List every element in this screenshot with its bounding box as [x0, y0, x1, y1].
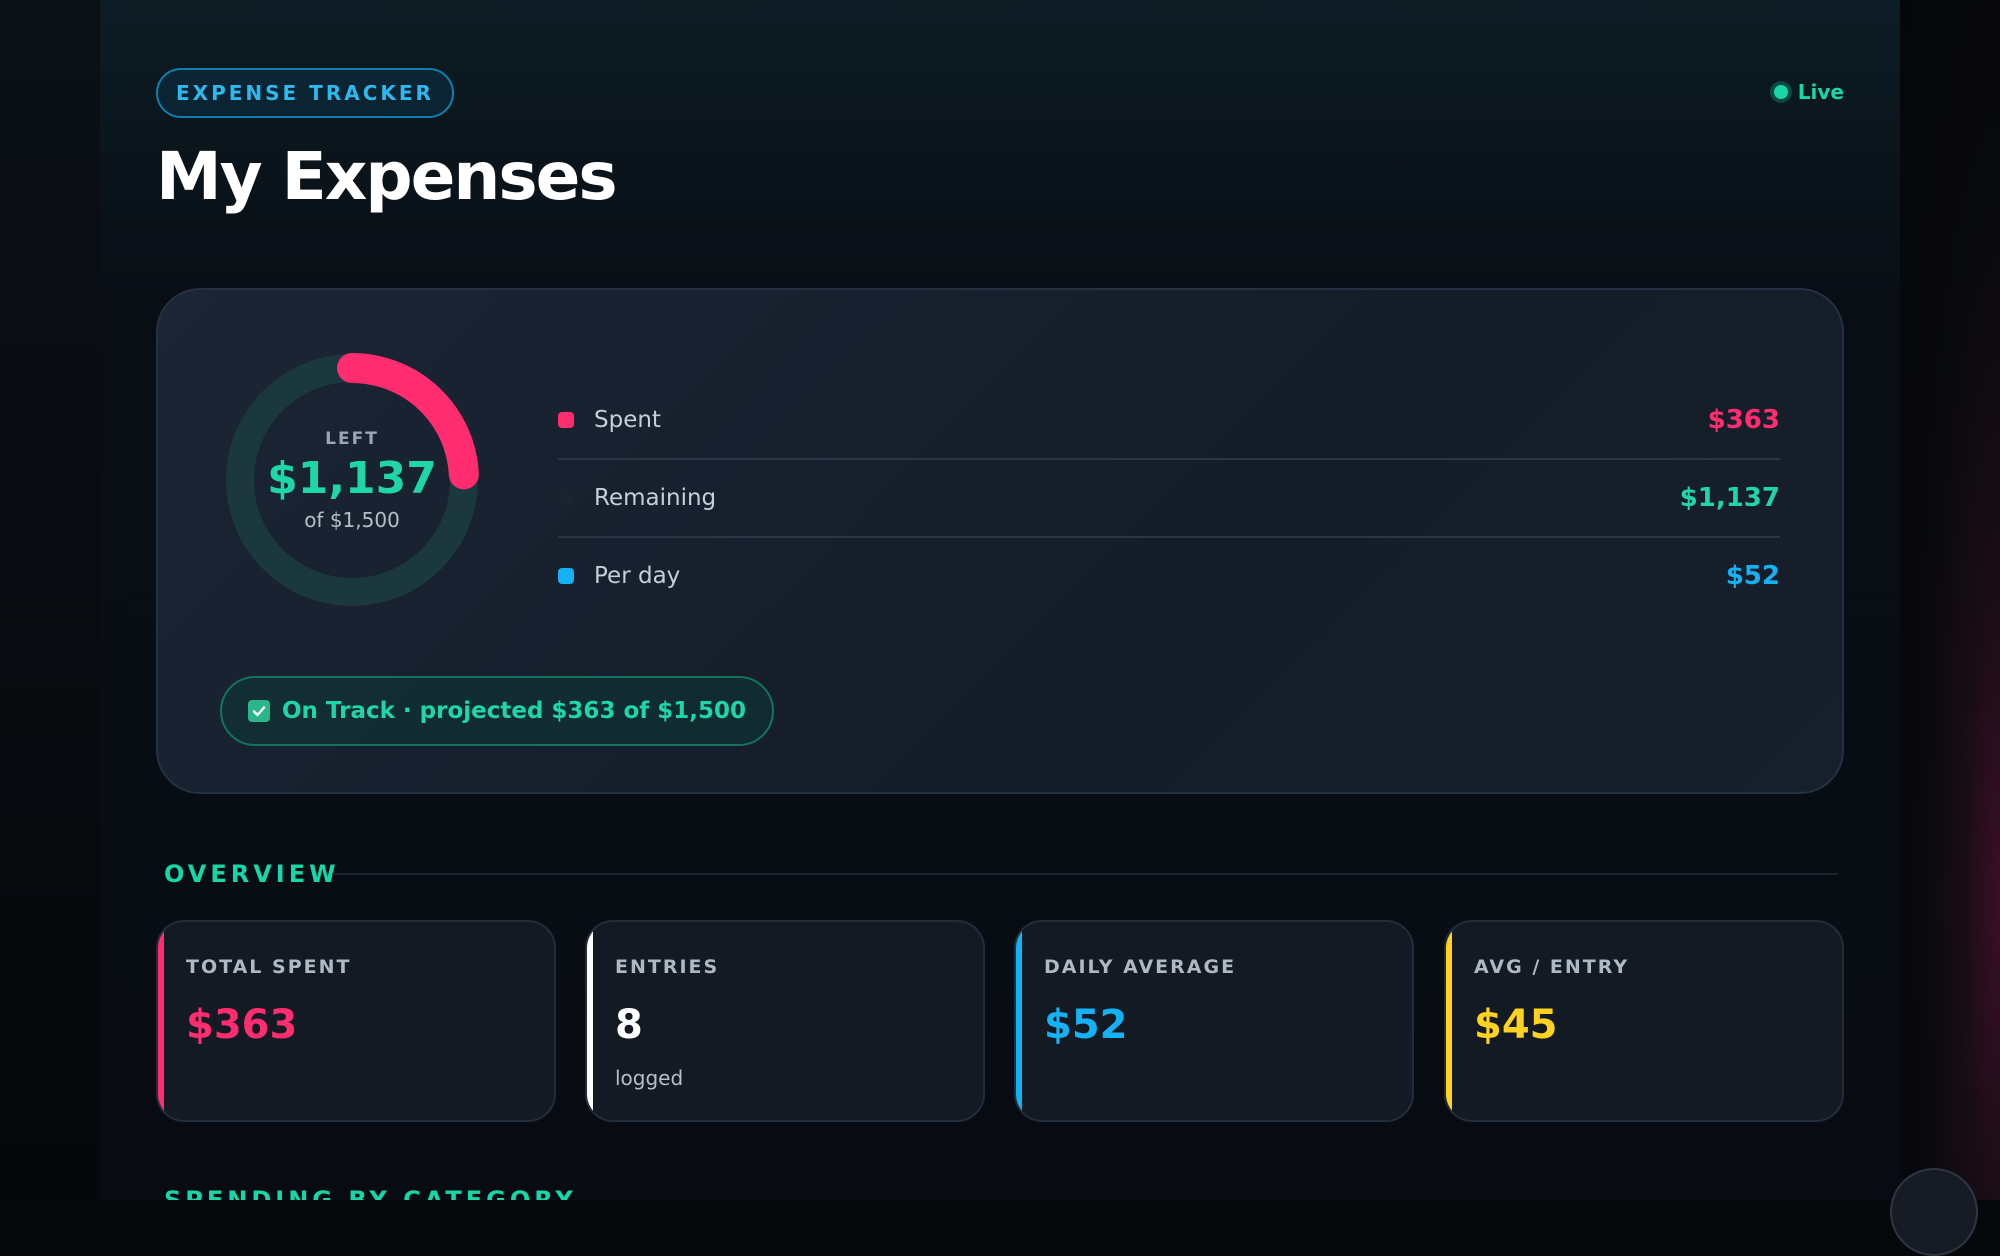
stat-value: $1,137	[1679, 483, 1780, 513]
card-value: $52	[1044, 1002, 1128, 1048]
card-accent	[1446, 922, 1452, 1120]
background-left	[0, 0, 100, 1200]
card-value: $363	[186, 1002, 298, 1048]
remaining-amount: $1,137	[267, 452, 437, 504]
stat-label: Spent	[594, 407, 661, 433]
section-divider	[332, 873, 1838, 875]
card-value: 8	[615, 1002, 643, 1048]
stat-row-remaining: Remaining $1,137	[558, 460, 1780, 538]
status-badge: On Track · projected $363 of $1,500	[220, 676, 775, 746]
live-label: Live	[1797, 80, 1844, 104]
page-title: My Expenses	[156, 138, 618, 215]
ring-label: LEFT	[325, 428, 379, 449]
card-label: AVG / ENTRY	[1474, 956, 1630, 978]
stat-value: $52	[1725, 561, 1780, 591]
stat-row-per-day: Per day $52	[558, 538, 1780, 614]
card-total-spent[interactable]: TOTAL SPENT $363	[156, 920, 556, 1122]
card-value: $45	[1474, 1002, 1558, 1048]
main-page: EXPENSE TRACKER Live My Expenses LEFT $1…	[100, 0, 1900, 1200]
stat-row-spent: Spent $363	[558, 382, 1780, 460]
overview-section-title: OVERVIEW	[164, 860, 340, 888]
floating-action-button[interactable]	[1890, 1168, 1978, 1256]
check-icon	[248, 700, 270, 722]
card-label: ENTRIES	[615, 956, 720, 978]
app-chip: EXPENSE TRACKER	[156, 68, 454, 118]
ring-center: LEFT $1,137 of $1,500	[222, 350, 482, 610]
live-indicator: Live	[1773, 80, 1844, 104]
stat-label: Per day	[594, 563, 681, 589]
card-label: DAILY AVERAGE	[1044, 956, 1237, 978]
card-accent	[1016, 922, 1022, 1120]
stat-value: $363	[1707, 405, 1780, 435]
spent-legend-icon	[558, 412, 574, 428]
card-accent	[587, 922, 593, 1120]
card-label: TOTAL SPENT	[186, 956, 352, 978]
card-entries[interactable]: ENTRIES 8 logged	[585, 920, 985, 1122]
background-right	[1900, 0, 2000, 1200]
budget-stats: Spent $363 Remaining $1,137 Per day $52	[558, 382, 1780, 614]
card-accent	[158, 922, 164, 1120]
overview-cards: TOTAL SPENT $363 ENTRIES 8 logged DAILY …	[156, 920, 1846, 1122]
status-text: On Track · projected $363 of $1,500	[282, 698, 747, 724]
card-avg-entry[interactable]: AVG / ENTRY $45	[1444, 920, 1844, 1122]
card-sub: logged	[615, 1066, 684, 1090]
category-section-title: SPENDING BY CATEGORY	[164, 1186, 577, 1200]
budget-summary-card: LEFT $1,137 of $1,500 Spent $363 Remaini…	[156, 288, 1844, 794]
budget-total: of $1,500	[304, 507, 400, 532]
card-daily-average[interactable]: DAILY AVERAGE $52	[1014, 920, 1414, 1122]
stat-label: Remaining	[594, 485, 717, 511]
live-dot-icon	[1773, 85, 1788, 99]
remaining-legend-icon	[558, 490, 574, 506]
per-day-legend-icon	[558, 568, 574, 584]
